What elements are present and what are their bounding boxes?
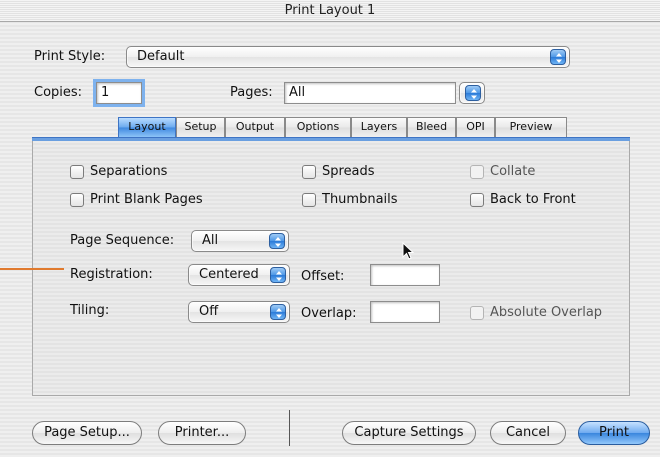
pages-field[interactable]: All — [284, 82, 456, 104]
tab-layers[interactable]: Layers — [351, 117, 407, 137]
button-divider — [289, 410, 290, 446]
collate-checkbox[interactable]: Collate — [470, 164, 535, 180]
registration-value: Centered — [199, 267, 259, 282]
tab-preview[interactable]: Preview — [495, 117, 567, 137]
page-sequence-popup[interactable]: All — [191, 230, 289, 252]
thumbnails-checkbox[interactable]: Thumbnails — [302, 192, 398, 208]
annotation-line — [0, 268, 64, 270]
tab-bleed[interactable]: Bleed — [407, 117, 456, 137]
tab-options[interactable]: Options — [285, 117, 351, 137]
tiling-popup[interactable]: Off — [188, 301, 290, 323]
print-style-popup[interactable]: Default — [126, 46, 570, 68]
popup-arrows-icon — [465, 85, 481, 101]
registration-label: Registration: — [70, 267, 153, 282]
collate-label: Collate — [490, 164, 536, 179]
checkbox-box — [302, 165, 316, 179]
capture-settings-button[interactable]: Capture Settings — [342, 421, 476, 445]
checkbox-box — [70, 165, 84, 179]
tiling-label: Tiling: — [70, 303, 110, 318]
pages-popup[interactable] — [459, 82, 485, 104]
offset-field[interactable] — [370, 264, 440, 286]
back-to-front-checkbox[interactable]: Back to Front — [470, 192, 576, 208]
checkbox-box — [470, 193, 484, 207]
cancel-button[interactable]: Cancel — [490, 421, 566, 445]
mouse-pointer-icon — [402, 242, 415, 260]
registration-popup[interactable]: Centered — [188, 264, 290, 286]
popup-arrows-icon — [269, 233, 285, 249]
checkbox-box — [470, 165, 484, 179]
print-style-label: Print Style: — [34, 49, 106, 64]
separations-label: Separations — [90, 164, 168, 179]
popup-arrows-icon — [550, 49, 566, 65]
checkbox-box — [470, 306, 484, 320]
overlap-label: Overlap: — [301, 306, 357, 321]
popup-arrows-icon — [270, 267, 286, 283]
print-style-value: Default — [137, 49, 185, 64]
absolute-overlap-checkbox[interactable]: Absolute Overlap — [470, 305, 602, 321]
thumbnails-label: Thumbnails — [322, 192, 398, 207]
print-blank-pages-checkbox[interactable]: Print Blank Pages — [70, 192, 203, 208]
print-button[interactable]: Print — [578, 421, 650, 445]
page-sequence-label: Page Sequence: — [70, 233, 175, 248]
tab-layout[interactable]: Layout — [118, 117, 176, 137]
back-to-front-label: Back to Front — [490, 192, 576, 207]
spreads-checkbox[interactable]: Spreads — [302, 164, 375, 180]
separations-checkbox[interactable]: Separations — [70, 164, 167, 180]
tab-output[interactable]: Output — [225, 117, 285, 137]
checkbox-box — [302, 193, 316, 207]
window-title: Print Layout 1 — [284, 3, 376, 18]
tab-setup[interactable]: Setup — [176, 117, 225, 137]
print-blank-pages-label: Print Blank Pages — [90, 192, 203, 207]
popup-arrows-icon — [270, 304, 286, 320]
copies-field[interactable]: 1 — [93, 79, 145, 107]
tab-opi[interactable]: OPI — [456, 117, 495, 137]
overlap-field[interactable] — [370, 301, 440, 323]
printer-button[interactable]: Printer... — [158, 421, 246, 445]
offset-label: Offset: — [301, 269, 345, 284]
absolute-overlap-label: Absolute Overlap — [490, 305, 603, 320]
page-setup-button[interactable]: Page Setup... — [32, 421, 142, 445]
pages-label: Pages: — [230, 85, 273, 100]
spreads-label: Spreads — [322, 164, 375, 179]
copies-label: Copies: — [34, 85, 83, 100]
tiling-value: Off — [199, 304, 219, 319]
window-title-bar[interactable]: Print Layout 1 — [0, 0, 660, 22]
page-sequence-value: All — [202, 233, 219, 248]
checkbox-box — [70, 193, 84, 207]
